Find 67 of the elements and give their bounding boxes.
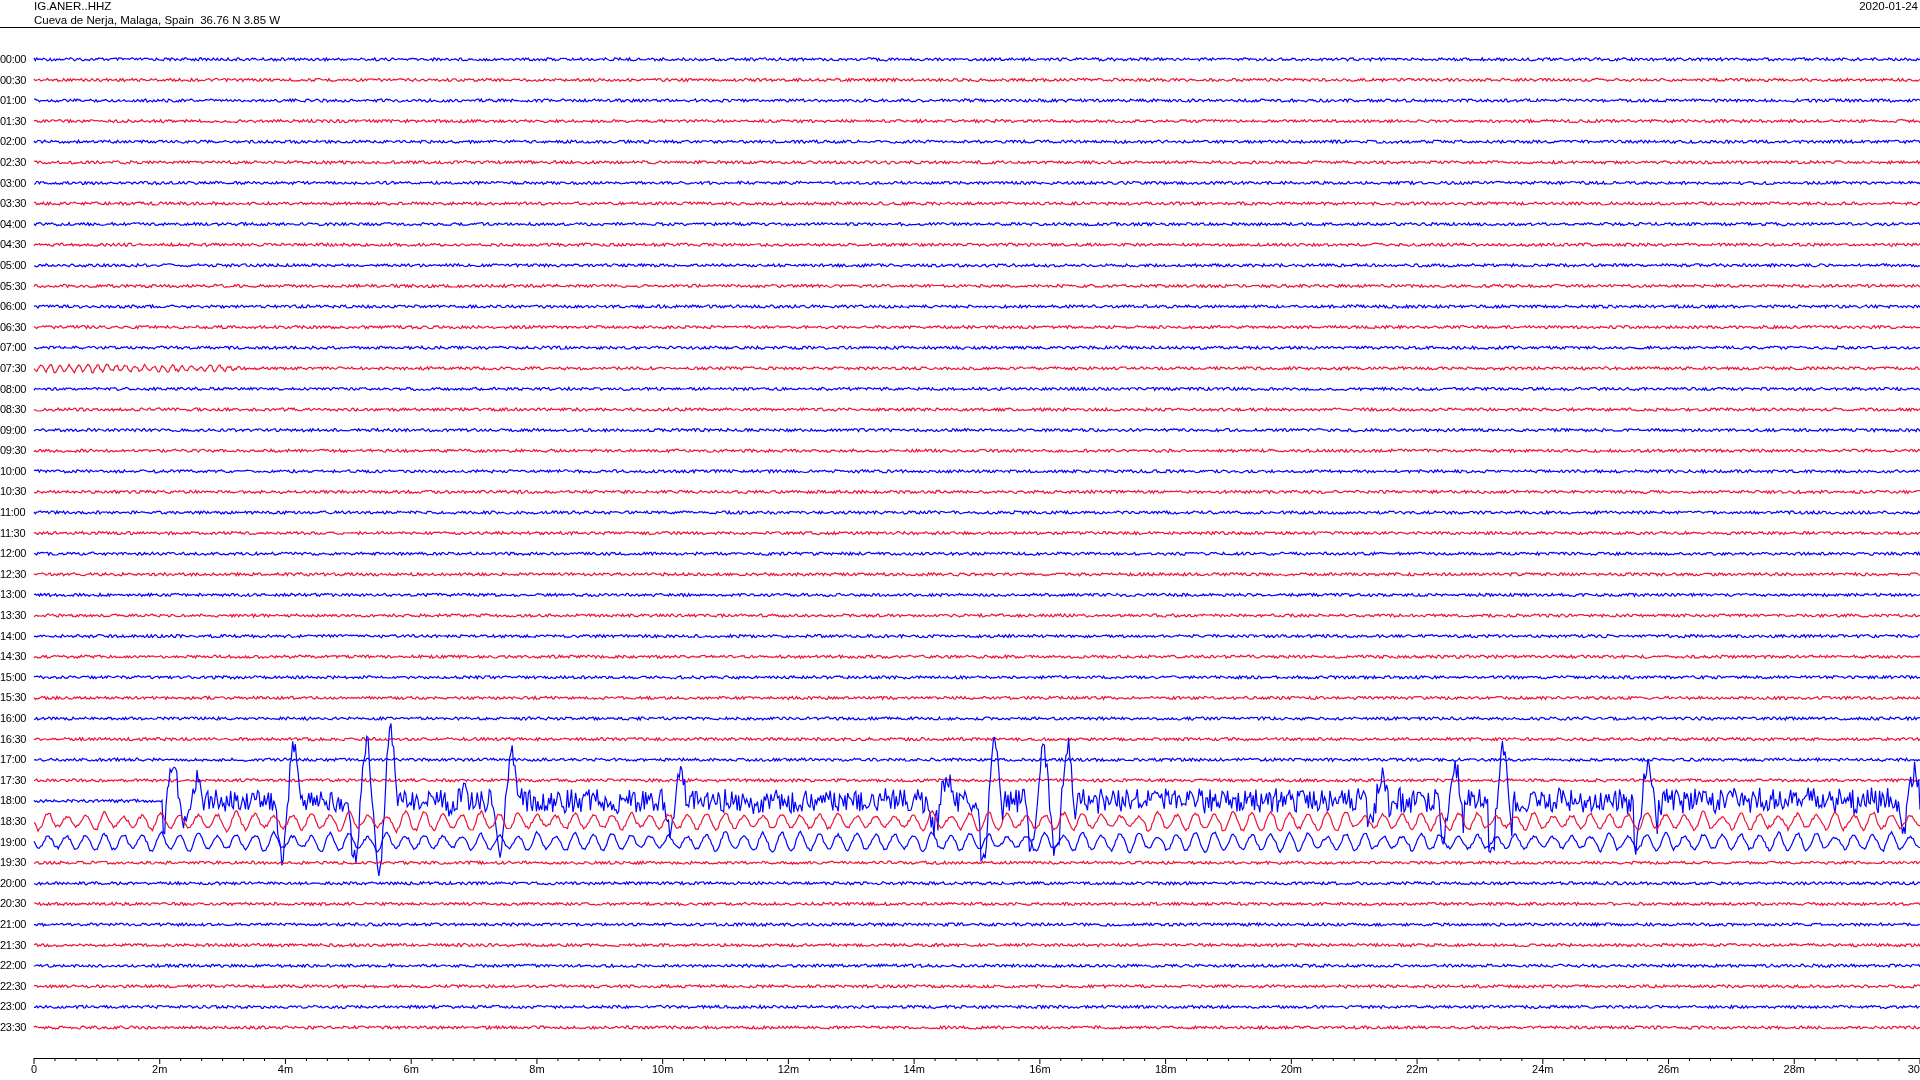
- time-label: 14:30: [0, 649, 28, 665]
- time-label: 10:30: [0, 484, 28, 500]
- time-label: 23:30: [0, 1019, 28, 1035]
- time-label: 05:30: [0, 278, 28, 294]
- time-label: 17:30: [0, 772, 28, 788]
- time-label: 07:00: [0, 340, 28, 356]
- time-label: 03:00: [0, 175, 28, 191]
- tick-label: 20m: [1280, 1063, 1303, 1075]
- tick-label: 24m: [1532, 1063, 1554, 1075]
- time-label: 09:30: [0, 443, 28, 459]
- time-label: 00:00: [0, 52, 28, 67]
- tick-label: 22m: [1406, 1063, 1428, 1075]
- time-label: 16:00: [0, 711, 28, 726]
- time-label: 09:00: [0, 422, 28, 438]
- tick-label: 2m: [152, 1063, 168, 1075]
- time-label: 04:30: [0, 237, 28, 253]
- tick-label: 10m: [651, 1063, 674, 1075]
- time-label: 05:00: [0, 257, 28, 273]
- time-label: 22:30: [0, 978, 28, 994]
- time-label: 10:00: [0, 463, 28, 479]
- time-label: 19:00: [0, 834, 28, 850]
- tick-label: 6m: [403, 1063, 419, 1075]
- time-label: 04:00: [0, 216, 28, 232]
- tick-label: 26m: [1657, 1063, 1680, 1075]
- time-label: 00:30: [0, 72, 28, 88]
- time-label: 22:00: [0, 958, 28, 974]
- time-label: 06:30: [0, 319, 28, 335]
- time-label: 06:00: [0, 299, 28, 315]
- time-label: 20:00: [0, 875, 28, 891]
- time-label: 21:30: [0, 937, 28, 953]
- tick-label: 28m: [1783, 1063, 1805, 1075]
- time-label: 03:30: [0, 196, 28, 212]
- time-label: 13:00: [0, 587, 28, 603]
- time-label: 18:30: [0, 813, 28, 829]
- tick-label: 12m: [777, 1063, 800, 1075]
- time-label: 11:00: [0, 505, 27, 521]
- station-code: IG.ANER..HHZ: [34, 0, 113, 13]
- time-label: 02:30: [0, 154, 28, 170]
- time-label: 12:00: [0, 546, 28, 562]
- time-label: 18:00: [0, 793, 28, 809]
- tick-label: 16m: [1029, 1063, 1051, 1075]
- time-label: 14:00: [0, 628, 28, 644]
- time-label: 16:30: [0, 731, 28, 747]
- time-label: 17:00: [0, 752, 28, 768]
- tick-label: 14m: [903, 1063, 925, 1075]
- time-label: 15:30: [0, 690, 28, 706]
- time-label: 12:30: [0, 566, 28, 582]
- tick-label: 8m: [529, 1063, 545, 1075]
- time-label: 08:30: [0, 402, 28, 418]
- time-label: 13:30: [0, 608, 28, 624]
- tick-label: 0: [30, 1063, 38, 1075]
- tick-label: 4m: [277, 1063, 294, 1075]
- time-label: 01:30: [0, 113, 28, 129]
- time-label: 20:30: [0, 896, 28, 912]
- time-label: 02:00: [0, 134, 28, 150]
- time-label: 21:00: [0, 916, 28, 932]
- tick-label: 18m: [1154, 1063, 1177, 1075]
- station-location: Cueva de Nerja, Malaga, Spain 36.76 N 3.85 W: [34, 13, 281, 27]
- time-label: 15:00: [0, 669, 28, 685]
- plot-date: 2020-01-24: [1859, 0, 1918, 14]
- time-label: 01:00: [0, 93, 28, 109]
- time-label: 19:30: [0, 855, 28, 871]
- time-label: 07:30: [0, 360, 28, 376]
- time-label: 23:00: [0, 999, 28, 1015]
- tick-label: 30: [1907, 1063, 1920, 1075]
- time-label: 08:00: [0, 381, 28, 397]
- time-label: 11:30: [0, 525, 27, 541]
